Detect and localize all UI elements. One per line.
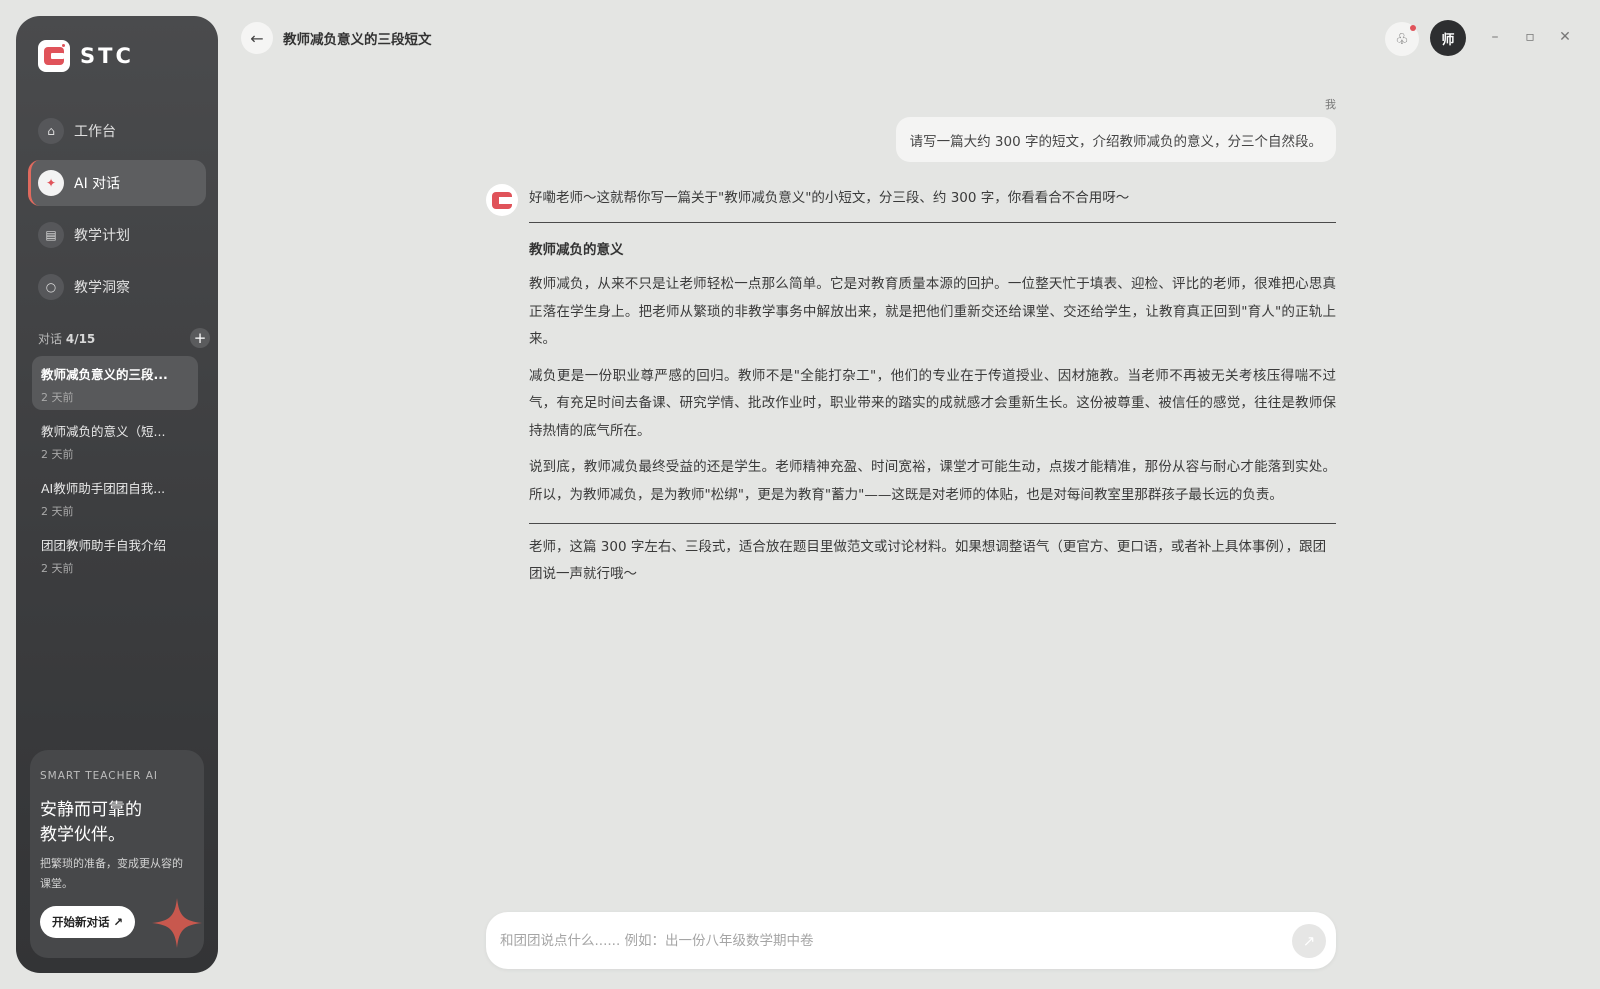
assistant-avatar xyxy=(486,184,518,216)
nav-label: 工作台 xyxy=(74,124,116,140)
message-input[interactable] xyxy=(500,912,1260,969)
nav-label: 教学洞察 xyxy=(74,280,130,296)
back-arrow-icon: ← xyxy=(250,28,264,48)
article-paragraph: 减负更是一份职业尊严感的回归。教师不是"全能打杂工"，他们的专业在于传道授业、因… xyxy=(529,367,1336,439)
conversation-list: 教师减负意义的三段... 2 天前 教师减负的意义（短... 2 天前 AI教师… xyxy=(32,356,198,584)
conversation-title: AI教师助手团团自我... xyxy=(41,481,166,496)
sparkle-icon: ✦ xyxy=(38,170,64,196)
assistant-message: 好嘞老师～这就帮你写一篇关于"教师减负意义"的小短文，分三段、约 300 字，你… xyxy=(529,186,1336,588)
nav-item-teaching-insight[interactable]: ○ 教学洞察 xyxy=(28,264,206,310)
conversation-header: 对话 4/15 + xyxy=(38,328,210,348)
brand-logo[interactable]: STC xyxy=(38,40,134,72)
maximize-button[interactable]: ▫ xyxy=(1519,26,1541,48)
conversation-time: 2 天前 xyxy=(41,505,74,518)
nav-item-ai-chat[interactable]: ✦ AI 对话 xyxy=(28,160,206,206)
promo-card: SMART TEACHER AI 安静而可靠的 教学伙伴。 把繁琐的准备，变成更… xyxy=(30,750,204,958)
back-button[interactable]: ← xyxy=(241,22,273,54)
notification-icon: ♧ xyxy=(1395,30,1409,48)
conversation-item[interactable]: 教师减负意义的三段... 2 天前 xyxy=(32,356,198,410)
conversation-title: 团团教师助手自我介绍 xyxy=(41,538,167,553)
conversation-title: 教师减负意义的三段... xyxy=(41,367,168,382)
article-paragraph: 说到底，教师减负最终受益的还是学生。老师精神充盈、时间宽裕，课堂才可能生动，点拨… xyxy=(529,459,1336,503)
start-new-chat-button[interactable]: 开始新对话 ↗ xyxy=(40,906,136,938)
article-paragraph: 教师减负，从来不只是让老师轻松一点那么简单。它是对教育质量本源的回护。一位整天忙… xyxy=(529,276,1336,347)
nav-label: 教学计划 xyxy=(74,228,130,244)
circle-icon: ○ xyxy=(38,274,64,300)
composer: ↗ xyxy=(486,912,1336,969)
conversation-time: 2 天前 xyxy=(41,391,74,404)
nav-item-workbench[interactable]: ⌂ 工作台 xyxy=(28,108,206,154)
new-conversation-button[interactable]: + xyxy=(190,328,210,348)
conversation-item[interactable]: 团团教师助手自我介绍 2 天前 xyxy=(32,527,198,581)
page-title: 教师减负意义的三段短文 xyxy=(283,32,432,48)
main-nav: ⌂ 工作台 ✦ AI 对话 ▤ 教学计划 ○ 教学洞察 xyxy=(28,108,206,316)
conversation-time: 2 天前 xyxy=(41,448,74,461)
logo-icon xyxy=(38,40,70,72)
assistant-intro: 好嘞老师～这就帮你写一篇关于"教师减负意义"的小短文，分三段、约 300 字，你… xyxy=(529,190,1130,206)
home-icon: ⌂ xyxy=(38,118,64,144)
document-icon: ▤ xyxy=(38,222,64,248)
close-button[interactable]: ✕ xyxy=(1554,26,1576,48)
sparkle-star-icon xyxy=(152,898,202,948)
conversation-time: 2 天前 xyxy=(41,562,74,575)
conversation-title: 教师减负的意义（短... xyxy=(41,424,166,439)
promo-description: 把繁琐的准备，变成更从容的课堂。 xyxy=(40,857,183,890)
divider xyxy=(529,523,1336,524)
nav-label: AI 对话 xyxy=(74,176,121,192)
article-title: 教师减负的意义 xyxy=(529,242,624,258)
divider xyxy=(529,222,1336,223)
minimize-button[interactable]: – xyxy=(1484,26,1506,48)
user-message-bubble: 请写一篇大约 300 字的短文，介绍教师减负的意义，分三个自然段。 xyxy=(895,117,1336,162)
sidebar: STC ⌂ 工作台 ✦ AI 对话 ▤ 教学计划 ○ 教学洞察 对话 4/15 … xyxy=(16,16,218,973)
notifications-button[interactable]: ♧ xyxy=(1385,22,1419,56)
promo-title: 安静而可靠的 教学伙伴。 xyxy=(40,800,142,845)
brand-name: STC xyxy=(80,44,134,68)
send-arrow-icon: ↗ xyxy=(1302,932,1316,950)
notification-badge xyxy=(1410,25,1416,31)
assistant-outro: 老师，这篇 300 字左右、三段式，适合放在题目里做范文或讨论材料。如果想调整语… xyxy=(529,539,1327,582)
conversation-item[interactable]: 教师减负的意义（短... 2 天前 xyxy=(32,413,198,467)
nav-item-teaching-plan[interactable]: ▤ 教学计划 xyxy=(28,212,206,258)
user-avatar[interactable]: 师 xyxy=(1430,20,1466,56)
conversation-section-label: 对话 4/15 xyxy=(38,331,96,346)
user-sender-label: 我 xyxy=(1325,98,1336,111)
promo-kicker: SMART TEACHER AI xyxy=(40,770,159,782)
conversation-item[interactable]: AI教师助手团团自我... 2 天前 xyxy=(32,470,198,524)
send-button[interactable]: ↗ xyxy=(1292,924,1326,958)
